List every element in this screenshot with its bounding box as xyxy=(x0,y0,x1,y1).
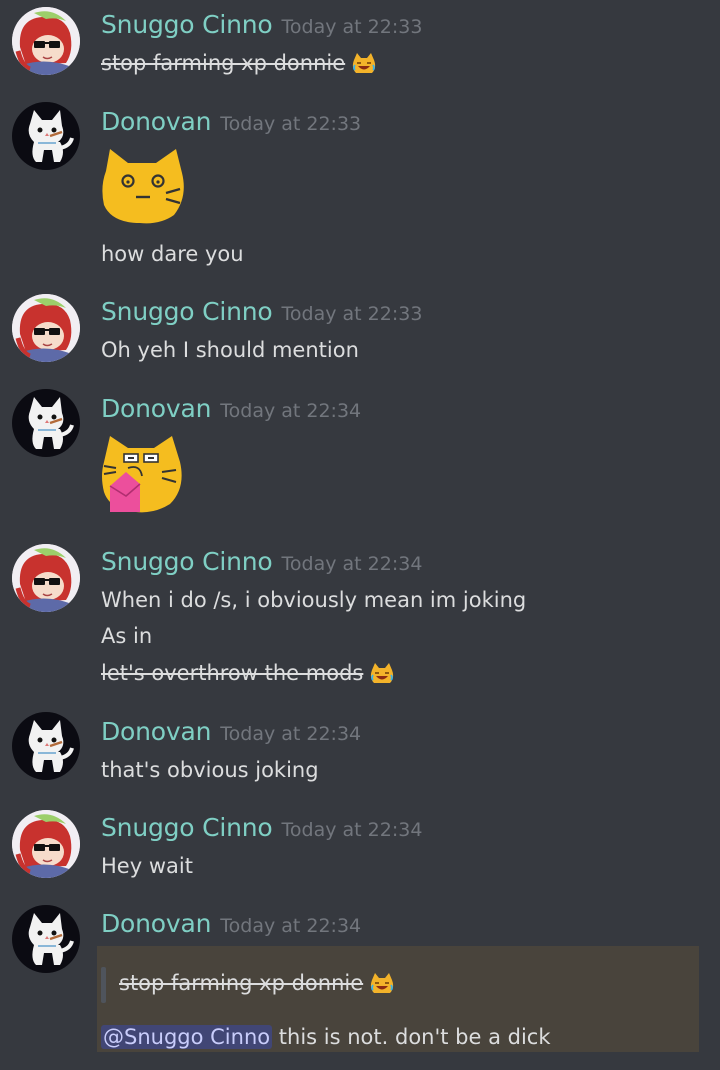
timestamp: Today at 22:34 xyxy=(220,723,362,745)
username[interactable]: Snuggo Cinno xyxy=(101,297,273,326)
timestamp: Today at 22:33 xyxy=(220,113,362,135)
avatar-donovan[interactable] xyxy=(12,389,80,457)
strikethrough-text: stop farming xp donnie xyxy=(101,51,346,75)
message-text: When i do /s, i obviously mean im joking xyxy=(101,588,527,612)
white-cat-avatar-icon xyxy=(12,389,80,457)
message-body: this is not. don't be a dick xyxy=(278,1025,551,1049)
message-text: Hey wait xyxy=(101,854,193,878)
message-text: stop farming xp donnie xyxy=(101,51,377,76)
message-text: let's overthrow the mods xyxy=(101,661,395,686)
shocked-cat-emoji-icon xyxy=(102,149,184,224)
anime-girl-avatar-icon xyxy=(12,810,80,878)
anime-girl-avatar-icon xyxy=(12,7,80,75)
username[interactable]: Donovan xyxy=(101,909,211,938)
white-cat-avatar-icon xyxy=(12,905,80,973)
username[interactable]: Snuggo Cinno xyxy=(101,10,273,39)
timestamp: Today at 22:34 xyxy=(281,819,423,841)
avatar-snuggo-cinno[interactable] xyxy=(12,294,80,362)
message-text: As in xyxy=(101,624,153,648)
username[interactable]: Donovan xyxy=(101,107,211,136)
timestamp: Today at 22:33 xyxy=(281,303,423,325)
timestamp: Today at 22:33 xyxy=(281,16,423,38)
avatar-donovan[interactable] xyxy=(12,712,80,780)
quoted-text: stop farming xp donnie xyxy=(119,971,395,996)
avatar-snuggo-cinno[interactable] xyxy=(12,7,80,75)
strikethrough-text: stop farming xp donnie xyxy=(119,971,364,995)
timestamp: Today at 22:34 xyxy=(220,915,362,937)
anime-girl-avatar-icon xyxy=(12,544,80,612)
timestamp: Today at 22:34 xyxy=(281,553,423,575)
message-text: @Snuggo Cinno this is not. don't be a di… xyxy=(101,1025,551,1049)
message-text: how dare you xyxy=(101,242,244,266)
laughing-cat-emoji-icon xyxy=(352,52,377,74)
avatar-donovan[interactable] xyxy=(12,102,80,170)
laughing-cat-emoji-icon xyxy=(370,662,395,684)
avatar-donovan[interactable] xyxy=(12,905,80,973)
user-mention[interactable]: @Snuggo Cinno xyxy=(101,1025,273,1049)
username[interactable]: Donovan xyxy=(101,394,211,423)
avatar-snuggo-cinno[interactable] xyxy=(12,544,80,612)
username[interactable]: Donovan xyxy=(101,717,211,746)
timestamp: Today at 22:34 xyxy=(220,400,362,422)
white-cat-avatar-icon xyxy=(12,712,80,780)
angry-cat-emoji-icon xyxy=(102,436,182,513)
quote-bar xyxy=(101,967,106,1003)
anime-girl-avatar-icon xyxy=(12,294,80,362)
white-cat-avatar-icon xyxy=(12,102,80,170)
message-text: that's obvious joking xyxy=(101,758,319,782)
laughing-cat-emoji-icon xyxy=(370,972,395,994)
username[interactable]: Snuggo Cinno xyxy=(101,813,273,842)
message-text: Oh yeh I should mention xyxy=(101,338,359,362)
username[interactable]: Snuggo Cinno xyxy=(101,547,273,576)
avatar-snuggo-cinno[interactable] xyxy=(12,810,80,878)
strikethrough-text: let's overthrow the mods xyxy=(101,661,364,685)
